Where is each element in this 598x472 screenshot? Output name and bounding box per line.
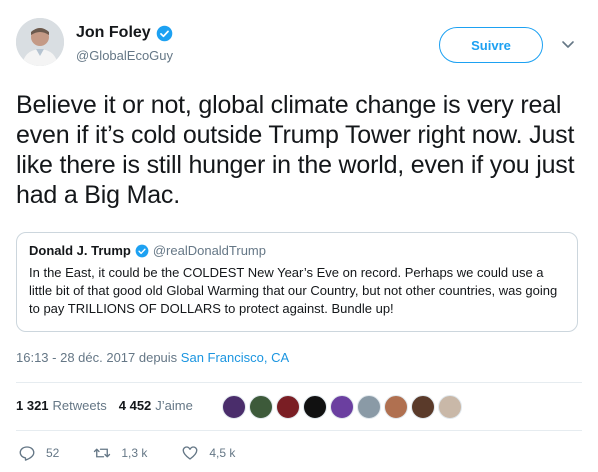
- quoted-tweet-card[interactable]: Donald J. Trump @realDonaldTrump In the …: [16, 232, 578, 332]
- retweet-count: 1,3 k: [121, 446, 148, 460]
- likes-label[interactable]: J’aime: [155, 398, 193, 413]
- divider: [16, 430, 582, 431]
- divider: [16, 382, 582, 383]
- quoted-tweet-header: Donald J. Trump @realDonaldTrump: [29, 243, 565, 258]
- liker-avatar[interactable]: [276, 395, 300, 419]
- retweet-button[interactable]: 1,3 k: [93, 444, 147, 462]
- liker-avatar[interactable]: [384, 395, 408, 419]
- liker-avatar[interactable]: [249, 395, 273, 419]
- liker-avatar[interactable]: [222, 395, 246, 419]
- reply-count: 52: [46, 446, 60, 460]
- retweet-icon: [94, 448, 111, 458]
- follow-button[interactable]: Suivre: [439, 27, 543, 63]
- tweet-text: Believe it or not, global climate change…: [16, 91, 575, 209]
- liker-avatar[interactable]: [357, 395, 381, 419]
- likes-count[interactable]: 4 452: [119, 398, 152, 413]
- tweet-actions: 52 1,3 k 4,5 k: [18, 444, 269, 462]
- like-button[interactable]: 4,5 k: [181, 444, 235, 462]
- author-handle[interactable]: @GlobalEcoGuy: [76, 48, 173, 63]
- quoted-display-name: Donald J. Trump: [29, 243, 131, 258]
- author-avatar[interactable]: [16, 18, 64, 66]
- author-name-row: Jon Foley: [76, 24, 173, 42]
- author-display-name[interactable]: Jon Foley: [76, 24, 151, 42]
- reply-button[interactable]: 52: [18, 444, 59, 462]
- liker-avatar[interactable]: [411, 395, 435, 419]
- liker-avatars: [222, 395, 465, 419]
- timestamp[interactable]: 16:13 - 28 déc. 2017 depuis: [16, 350, 181, 365]
- liker-avatar[interactable]: [330, 395, 354, 419]
- liker-avatar[interactable]: [303, 395, 327, 419]
- location-link[interactable]: San Francisco, CA: [181, 350, 289, 365]
- reply-icon: [19, 446, 35, 461]
- quoted-handle: @realDonaldTrump: [152, 243, 266, 258]
- quoted-tweet-text: In the East, it could be the COLDEST New…: [29, 265, 558, 316]
- tweet-metadata: 16:13 - 28 déc. 2017 depuis San Francisc…: [16, 350, 289, 365]
- liker-avatar[interactable]: [438, 395, 462, 419]
- chevron-down-icon[interactable]: [560, 36, 576, 52]
- heart-icon: [182, 446, 198, 460]
- retweets-count[interactable]: 1 321: [16, 398, 49, 413]
- verified-badge-icon: [156, 25, 172, 41]
- like-count: 4,5 k: [209, 446, 236, 460]
- retweets-label[interactable]: Retweets: [53, 398, 107, 413]
- tweet-stats: 1 321 Retweets 4 452 J’aime: [16, 398, 205, 413]
- verified-badge-icon: [135, 244, 149, 257]
